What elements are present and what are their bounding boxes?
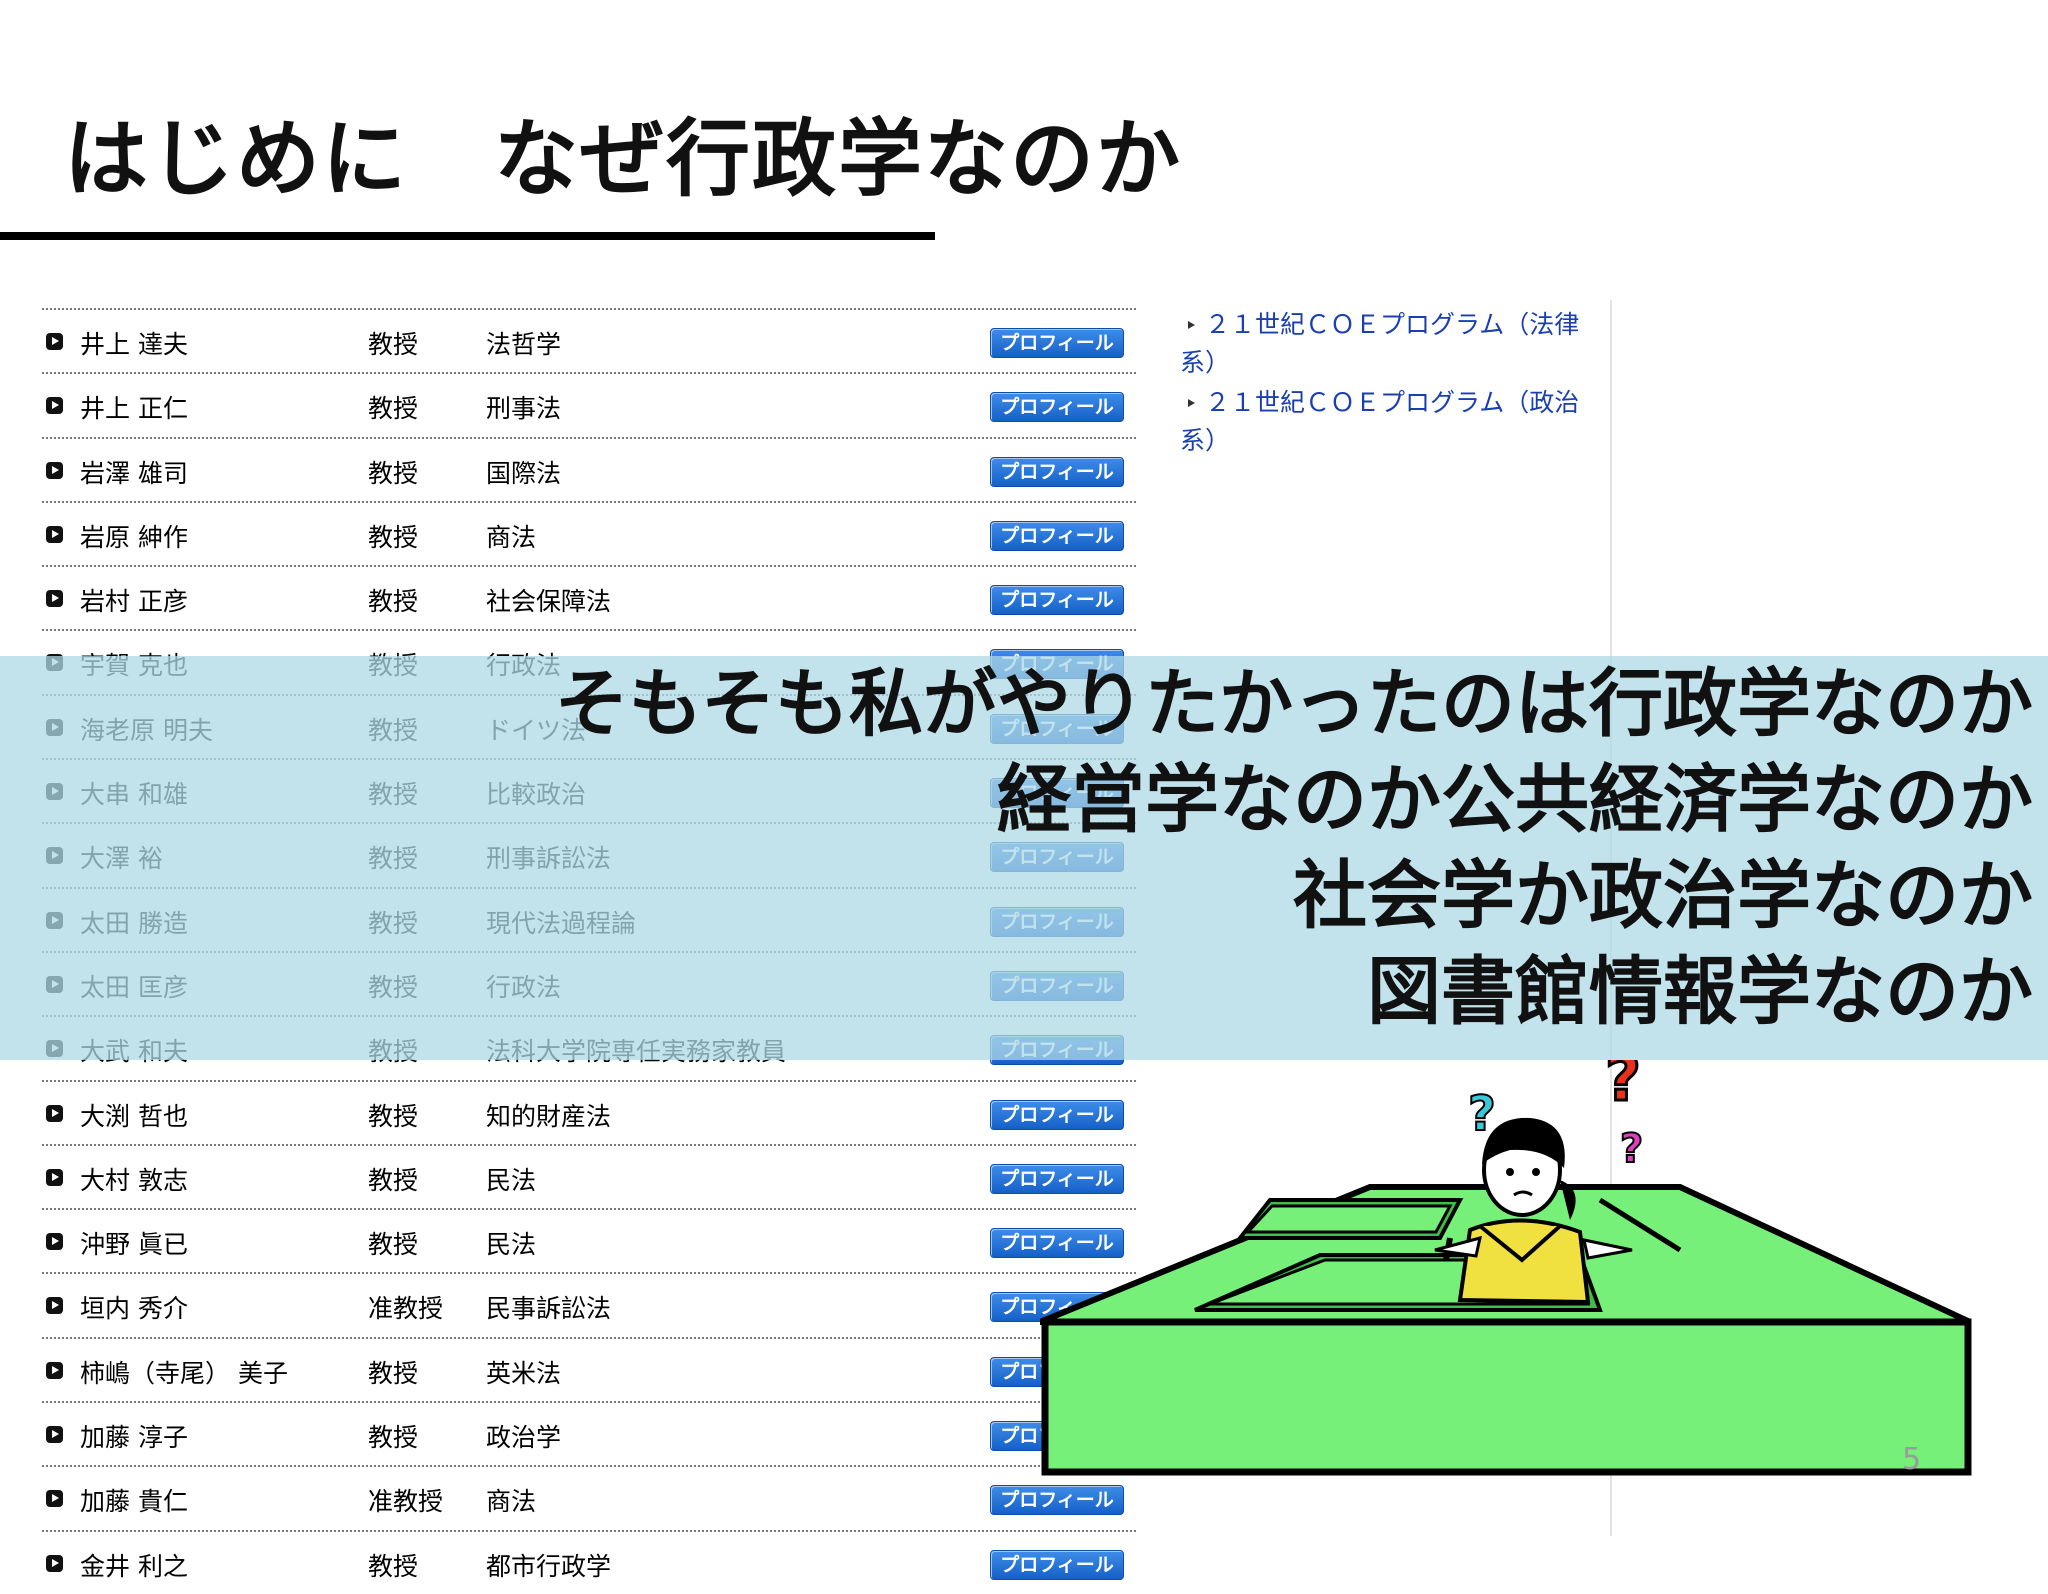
faculty-field: 商法 [486,1487,537,1517]
play-bullet-icon [46,1104,63,1122]
faculty-rank: 教授 [368,1101,419,1131]
bullet-triangle-icon [1188,321,1195,329]
play-bullet-icon [46,590,63,608]
faculty-rank: 教授 [368,330,419,359]
play-bullet-icon [46,525,63,543]
faculty-row: 大渕 哲也 教授 知的財産法 プロフィール [42,1079,1136,1144]
faculty-row: 岩原 紳作 教授 商法 プロフィール [42,500,1136,565]
faculty-row: 大村 敦志 教授 民法 プロフィール [42,1143,1136,1208]
profile-button[interactable]: プロフィール [990,520,1124,551]
sidebar-links: ２１世紀ＣＯＥプログラム（法律系） ２１世紀ＣＯＥプログラム（政治系） [1180,306,1600,462]
profile-button[interactable]: プロフィール [990,1549,1124,1580]
faculty-field: 政治学 [486,1423,562,1453]
faculty-name: 大渕 哲也 [80,1101,188,1131]
faculty-rank: 准教授 [368,1487,444,1517]
faculty-field: 刑事法 [486,394,562,424]
faculty-row: 加藤 貴仁 准教授 商法 プロフィール [42,1465,1136,1529]
faculty-field: 民法 [486,1165,537,1195]
overlay-line-2: 経営学なのか公共経済学なのか [997,757,2033,843]
faculty-row: 井上 達夫 教授 法哲学 プロフィール [42,308,1136,372]
svg-text:?: ? [1468,1086,1496,1142]
faculty-field: 知的財産法 [486,1101,612,1131]
play-bullet-icon [46,1361,63,1379]
profile-button[interactable]: プロフィール [990,1485,1124,1516]
faculty-field: 社会保障法 [486,587,612,617]
faculty-row: 垣内 秀介 准教授 民事訴訟法 プロフィール [42,1272,1136,1336]
play-bullet-icon [46,333,63,350]
play-bullet-icon [46,1168,63,1186]
profile-button[interactable]: プロフィール [990,585,1124,616]
slide-title: はじめに なぜ行政学なのか [64,110,1183,208]
faculty-name: 井上 正仁 [80,394,188,424]
faculty-row: 井上 正仁 教授 刑事法 プロフィール [42,372,1136,436]
svg-text:?: ? [1605,1060,1641,1115]
play-bullet-icon [46,397,63,415]
faculty-name: 加藤 淳子 [80,1423,188,1453]
faculty-rank: 教授 [368,1358,419,1388]
faculty-name: 大村 敦志 [80,1165,188,1195]
faculty-rank: 教授 [368,522,419,552]
faculty-name: 加藤 貴仁 [80,1487,188,1517]
faculty-name: 岩澤 雄司 [80,458,188,488]
play-bullet-icon [46,1426,63,1444]
faculty-field: 商法 [486,522,537,552]
faculty-name: 岩原 紳作 [80,522,188,552]
profile-button[interactable]: プロフィール [990,456,1124,487]
faculty-rank: 教授 [368,458,419,488]
faculty-name: 沖野 眞已 [80,1230,188,1260]
faculty-field: 民事訴訟法 [486,1294,612,1324]
faculty-name: 岩村 正彦 [80,587,188,617]
title-underline [0,232,935,240]
faculty-name: 井上 達夫 [80,330,188,359]
faculty-rank: 教授 [368,1423,419,1453]
coe-law-link[interactable]: ２１世紀ＣＯＥプログラム（法律系） [1180,306,1600,382]
maze-illustration: ? ? ? [1040,1060,1972,1476]
faculty-field: 都市行政学 [486,1551,612,1581]
faculty-field: 英米法 [486,1358,562,1388]
play-bullet-icon [46,1233,63,1251]
overlay-line-3: 社会学か政治学なのか [1293,853,2033,939]
faculty-rank: 教授 [368,1230,419,1260]
faculty-row: 柿嶋（寺尾） 美子教授英米法プロフィール [42,1336,1136,1401]
overlay-line-1: そもそも私がやりたかったのは行政学なのか [554,661,2033,747]
play-bullet-icon [46,1554,63,1572]
faculty-rank: 教授 [368,394,419,424]
faculty-row: 金井 利之 教授 都市行政学 プロフィール [42,1529,1136,1594]
bullet-triangle-icon [1188,399,1195,407]
faculty-name: 柿嶋（寺尾） 美子 [80,1358,288,1388]
faculty-field: 国際法 [486,458,562,488]
profile-button[interactable]: プロフィール [990,328,1124,358]
profile-button[interactable]: プロフィール [990,392,1124,423]
overlay-text: そもそも私がやりたかったのは行政学なのか 経営学なのか公共経済学なのか 社会学か… [554,656,2033,1040]
faculty-field: 民法 [486,1230,537,1260]
coe-politics-link[interactable]: ２１世紀ＣＯＥプログラム（政治系） [1180,384,1600,460]
overlay-line-4: 図書館情報学なのか [1367,949,2033,1035]
faculty-rank: 教授 [368,1165,419,1195]
faculty-row: 岩村 正彦 教授 社会保障法 プロフィール [42,565,1136,629]
faculty-rank: 准教授 [368,1294,444,1324]
faculty-rank: 教授 [368,1551,419,1581]
play-bullet-icon [46,1490,63,1508]
faculty-rank: 教授 [368,587,419,617]
faculty-row: 沖野 眞已 教授 民法 プロフィール [42,1208,1136,1272]
faculty-name: 金井 利之 [80,1551,188,1581]
play-bullet-icon [46,461,63,479]
faculty-row: 加藤 淳子教授政治学プロフィール [42,1401,1136,1465]
page-number: 5 [1902,1442,1922,1477]
faculty-row: 岩澤 雄司 教授 国際法 プロフィール [42,436,1136,501]
svg-text:?: ? [1620,1126,1643,1172]
faculty-field: 法哲学 [486,330,562,359]
faculty-name: 垣内 秀介 [80,1294,188,1324]
play-bullet-icon [46,1297,63,1315]
